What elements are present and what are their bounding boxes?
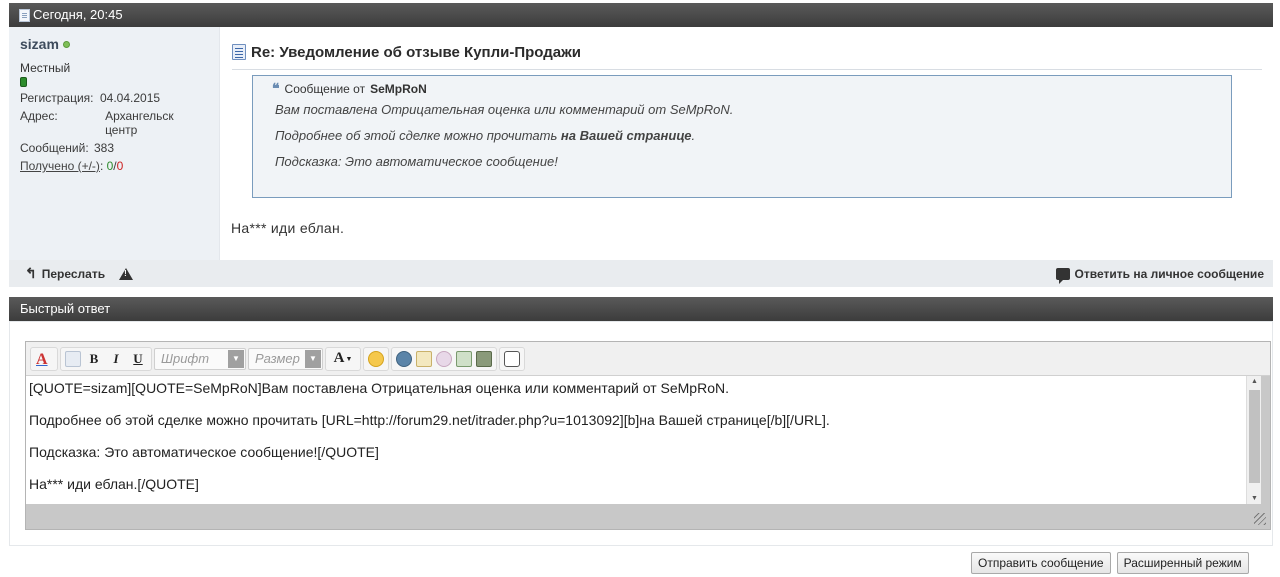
quote-line-1: Вам поставлена Отрицательная оценка или …: [275, 102, 734, 117]
reputation-colon: :: [99, 159, 107, 173]
quote-prefix: Сообщение от: [284, 82, 366, 96]
toolbar-group-smilies: [363, 346, 389, 371]
italic-button[interactable]: I: [107, 350, 125, 368]
forward-label[interactable]: Переслать: [42, 267, 105, 281]
address-label: Адрес:: [20, 109, 58, 123]
report-warning-icon[interactable]: [119, 267, 134, 280]
quick-reply-actions: Отправить сообщение Расширенный режим: [971, 552, 1249, 574]
address-value: Архангельск центр: [105, 109, 174, 137]
scroll-up-icon[interactable]: ▲: [1251, 378, 1258, 385]
font-select-label: Шрифт: [161, 351, 210, 366]
insert-quote-button[interactable]: [504, 350, 520, 368]
reply-pm-button[interactable]: Ответить на личное сообщение: [1055, 267, 1264, 284]
textarea-line: [QUOTE=sizam][QUOTE=SeMpRoN]Вам поставле…: [29, 380, 729, 396]
registration-row: Регистрация: 04.04.2015: [20, 91, 208, 105]
post-title-row: Re: Уведомление об отзыве Купли-Продажи: [232, 44, 1262, 70]
online-status-icon: [62, 40, 70, 48]
document-icon: [19, 8, 30, 22]
scrollbar-thumb[interactable]: [1249, 390, 1260, 483]
text-color-button[interactable]: A ▼: [330, 350, 356, 368]
chevron-down-icon[interactable]: ▼: [305, 349, 321, 368]
toolbar-group-insert: [391, 346, 497, 371]
font-select[interactable]: Шрифт ▼: [154, 347, 246, 370]
post-title: Re: Уведомление об отзыве Купли-Продажи: [251, 44, 581, 61]
size-select[interactable]: Размер ▼: [248, 347, 323, 370]
quote-bubble-icon: [504, 350, 520, 367]
font-a-icon: A: [36, 350, 48, 368]
forward-arrow-icon: ↰: [25, 265, 37, 281]
registration-label: Регистрация:: [20, 91, 94, 105]
post-footer: ↰ Переслать Ответить на личное сообщение: [9, 260, 1273, 287]
quick-reply-header: Быстрый ответ: [9, 297, 1273, 321]
quote-line-3: Подсказка: Это автоматическое сообщение!: [275, 154, 558, 169]
insert-video-button[interactable]: [476, 350, 492, 368]
username[interactable]: sizam: [20, 36, 208, 52]
insert-link-button[interactable]: [396, 350, 412, 368]
quote-author: SeMpRoN: [370, 82, 427, 96]
chevron-down-icon[interactable]: ▼: [228, 349, 244, 368]
posts-row: Сообщений: 383: [20, 141, 208, 155]
reputation-icon: [20, 77, 27, 87]
quote-line-2-text: Подробнее об этой сделке можно прочитать: [275, 128, 561, 143]
private-message-icon: [1055, 267, 1070, 284]
remove-format-icon[interactable]: A: [35, 350, 53, 368]
clipboard-icon: [65, 350, 81, 367]
editor-toolbar: A B I U Шрифт ▼ Размер ▼ A ▼: [26, 342, 1270, 376]
quote-block: ❝ Сообщение от SeMpRoN Вам поставлена От…: [252, 75, 1232, 198]
user-info-panel: sizam Местный Регистрация: 04.04.2015 Ад…: [9, 27, 220, 260]
editor: A B I U Шрифт ▼ Размер ▼ A ▼ [QUOTE=siza…: [25, 341, 1271, 530]
bold-button[interactable]: B: [85, 350, 103, 368]
toolbar-group-color: A ▼: [325, 346, 361, 371]
underline-button[interactable]: U: [129, 350, 147, 368]
post-header: Сегодня, 20:45: [9, 3, 1273, 27]
size-select-label: Размер: [255, 351, 300, 366]
film-icon: [476, 350, 492, 367]
post-date: Сегодня, 20:45: [33, 7, 123, 22]
remove-link-button[interactable]: [436, 350, 452, 368]
quote-line-2: Подробнее об этой сделке можно прочитать…: [275, 128, 1219, 144]
textarea-line: Подробнее об этой сделке можно прочитать…: [29, 412, 830, 428]
user-title: Местный: [20, 61, 71, 75]
smiley-icon: [368, 350, 384, 367]
advanced-mode-button[interactable]: Расширенный режим: [1116, 552, 1249, 574]
reputation-link[interactable]: Получено (+/-): [20, 159, 100, 173]
quote-line-2-end: .: [691, 128, 696, 143]
textarea-line: На*** иди еблан.[/QUOTE]: [29, 476, 199, 492]
post-body: Re: Уведомление об отзыве Купли-Продажи …: [221, 27, 1273, 260]
quick-reply-panel: A B I U Шрифт ▼ Размер ▼ A ▼ [QUOTE=siza…: [9, 321, 1273, 546]
posts-value: 383: [94, 141, 115, 155]
resize-grip-icon[interactable]: [1254, 513, 1266, 525]
posts-label: Сообщений:: [20, 141, 89, 155]
toolbar-group-style: B I U: [60, 346, 152, 371]
post-document-icon: [232, 44, 246, 60]
username-text[interactable]: sizam: [20, 36, 59, 52]
toolbar-group-format-remove: A: [30, 346, 58, 371]
footer-left: ↰ Переслать: [25, 265, 134, 282]
reputation-row: Получено (+/-): 0/0: [20, 159, 208, 173]
paste-icon[interactable]: [65, 350, 81, 368]
address-row: Адрес: Архангельск центр: [20, 109, 208, 137]
insert-email-button[interactable]: [416, 350, 432, 368]
globe-link-icon: [396, 350, 412, 367]
submit-message-button[interactable]: Отправить сообщение: [971, 552, 1111, 574]
insert-image-button[interactable]: [456, 350, 472, 368]
smilies-button[interactable]: [368, 350, 384, 368]
reputation-negative: 0: [116, 159, 124, 173]
forward-button[interactable]: ↰ Переслать: [25, 265, 105, 282]
reply-pm-label[interactable]: Ответить на личное сообщение: [1075, 267, 1264, 281]
toolbar-group-quote: [499, 346, 525, 371]
email-icon: [416, 350, 432, 367]
textarea-scrollbar[interactable]: ▲ ▼: [1246, 376, 1261, 504]
unlink-icon: [436, 350, 452, 367]
message-textarea[interactable]: [QUOTE=sizam][QUOTE=SeMpRoN]Вам поставле…: [26, 376, 1246, 504]
quote-header: ❝ Сообщение от SeMpRoN: [272, 82, 1219, 96]
post-message: На*** иди еблан.: [231, 220, 345, 236]
registration-value: 04.04.2015: [100, 91, 161, 105]
image-icon: [456, 350, 472, 367]
quote-user-page-link[interactable]: на Вашей странице: [561, 128, 692, 143]
textarea-line: Подсказка: Это автоматическое сообщение!…: [29, 444, 379, 460]
scroll-down-icon[interactable]: ▼: [1251, 495, 1258, 502]
quote-icon: ❝: [272, 81, 280, 97]
